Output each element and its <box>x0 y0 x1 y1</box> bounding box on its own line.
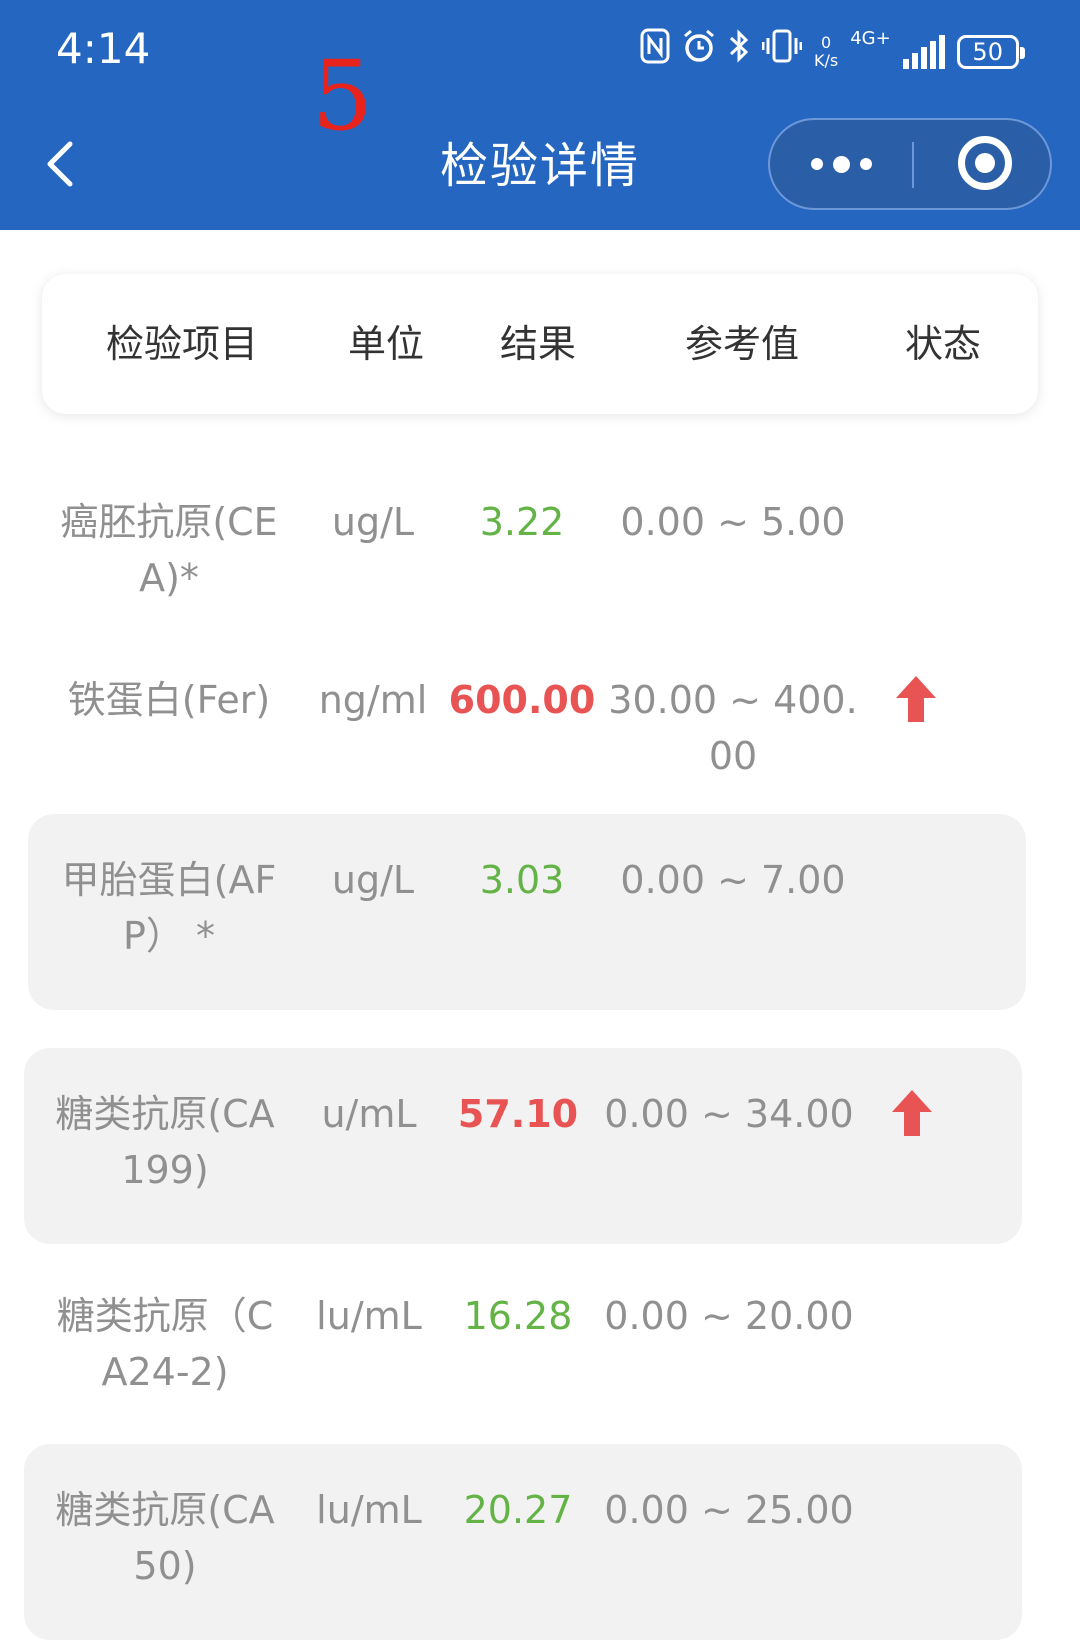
reference-line: 0.00 ~ 34.00 <box>604 1092 854 1136</box>
item-unit: ng/ml <box>318 678 428 722</box>
item-name-line: 甲胎蛋白(AF <box>61 858 277 902</box>
item-result: 20.27 <box>463 1488 573 1532</box>
item-name: 癌胚抗原(CE A)* <box>44 494 294 606</box>
table-header: 检验项目 单位 结果 参考值 状态 <box>42 274 1038 414</box>
status-cell <box>872 1088 952 1138</box>
header-reference: 参考值 <box>684 322 799 366</box>
header-result: 结果 <box>499 322 576 366</box>
item-unit: ug/L <box>331 858 415 902</box>
status-cell <box>876 674 956 724</box>
item-name-line: P） * <box>123 914 215 958</box>
reference-line: 0.00 ~ 7.00 <box>620 858 846 902</box>
close-button[interactable] <box>914 120 1050 208</box>
item-result: 600.00 <box>448 678 596 722</box>
target-icon <box>958 136 1012 190</box>
net-speed-value: 0 <box>821 33 832 52</box>
status-icons: 0 K/s 4G+ 50 <box>640 28 1025 77</box>
more-button[interactable] <box>770 120 912 208</box>
mini-program-capsule <box>768 118 1052 210</box>
item-name-line: 癌胚抗原(CE <box>60 500 278 544</box>
item-name: 甲胎蛋白(AF P） * <box>44 852 294 964</box>
item-unit: lu/mL <box>316 1488 422 1532</box>
item-reference: 0.00 ~ 20.00 <box>599 1288 859 1344</box>
status-time: 4:14 <box>56 24 151 73</box>
table-row: 铁蛋白(Fer) ng/ml 600.00 30.00 ~ 400. 00 <box>28 634 1026 814</box>
signal-icon <box>902 35 945 69</box>
item-name: 糖类抗原（C A24-2) <box>40 1288 290 1400</box>
reference-line: 0.00 ~ 25.00 <box>604 1488 854 1532</box>
item-name-line: A)* <box>139 556 199 600</box>
item-result: 3.03 <box>479 858 565 902</box>
table-row: 糖类抗原（C A24-2) lu/mL 16.28 0.00 ~ 20.00 <box>24 1250 1022 1430</box>
item-unit: u/mL <box>321 1092 417 1136</box>
reference-line: 30.00 ~ 400. <box>608 678 858 722</box>
header-status: 状态 <box>904 322 981 366</box>
item-reference: 0.00 ~ 34.00 <box>599 1086 859 1142</box>
vibrate-icon <box>761 28 803 77</box>
app-header: 4:14 5 0 K/s 4G+ 50 检验详情 <box>0 0 1080 230</box>
item-result: 3.22 <box>479 500 565 544</box>
item-reference: 30.00 ~ 400. 00 <box>603 672 863 784</box>
battery-icon: 50 <box>956 35 1025 69</box>
reference-line: 0.00 ~ 20.00 <box>604 1294 854 1338</box>
table-row: 癌胚抗原(CE A)* ug/L 3.22 0.00 ~ 5.00 <box>28 456 1026 636</box>
item-name: 糖类抗原(CA 199) <box>40 1086 290 1198</box>
item-name-line: 铁蛋白(Fer) <box>67 678 271 722</box>
item-name-line: 糖类抗原(CA <box>55 1488 275 1532</box>
table-row: 甲胎蛋白(AF P） * ug/L 3.03 0.00 ~ 7.00 <box>28 814 1026 1010</box>
item-name-line: A24-2) <box>101 1350 229 1394</box>
item-name-line: 199) <box>121 1148 209 1192</box>
item-result: 57.10 <box>457 1092 579 1136</box>
item-unit: ug/L <box>331 500 415 544</box>
item-name-line: 糖类抗原(CA <box>55 1092 275 1136</box>
bluetooth-icon <box>728 28 750 77</box>
network-type: 4G+ <box>850 28 891 49</box>
table-row: 糖类抗原(CA 50) lu/mL 20.27 0.00 ~ 25.00 <box>24 1444 1022 1640</box>
item-reference: 0.00 ~ 25.00 <box>599 1482 859 1538</box>
header-item: 检验项目 <box>105 322 258 366</box>
arrow-up-icon <box>892 1090 932 1136</box>
item-reference: 0.00 ~ 5.00 <box>603 494 863 550</box>
more-dots-icon <box>810 155 872 173</box>
net-speed-unit: K/s <box>814 51 839 70</box>
item-name-line: 50) <box>133 1544 197 1588</box>
item-reference: 0.00 ~ 7.00 <box>603 852 863 908</box>
header-unit: 单位 <box>347 322 424 366</box>
item-name-line: 糖类抗原（C <box>56 1294 274 1338</box>
item-name: 铁蛋白(Fer) <box>44 672 294 728</box>
alarm-icon <box>682 28 716 77</box>
arrow-up-icon <box>896 676 936 722</box>
item-result: 16.28 <box>463 1294 573 1338</box>
item-unit: lu/mL <box>316 1294 422 1338</box>
net-speed-icon: 0 K/s <box>814 34 838 70</box>
battery-level: 50 <box>972 38 1003 66</box>
reference-line: 00 <box>708 734 758 778</box>
nfc-icon <box>640 28 670 77</box>
reference-line: 0.00 ~ 5.00 <box>620 500 846 544</box>
table-row: 糖类抗原(CA 199) u/mL 57.10 0.00 ~ 34.00 <box>24 1048 1022 1244</box>
item-name: 糖类抗原(CA 50) <box>40 1482 290 1594</box>
